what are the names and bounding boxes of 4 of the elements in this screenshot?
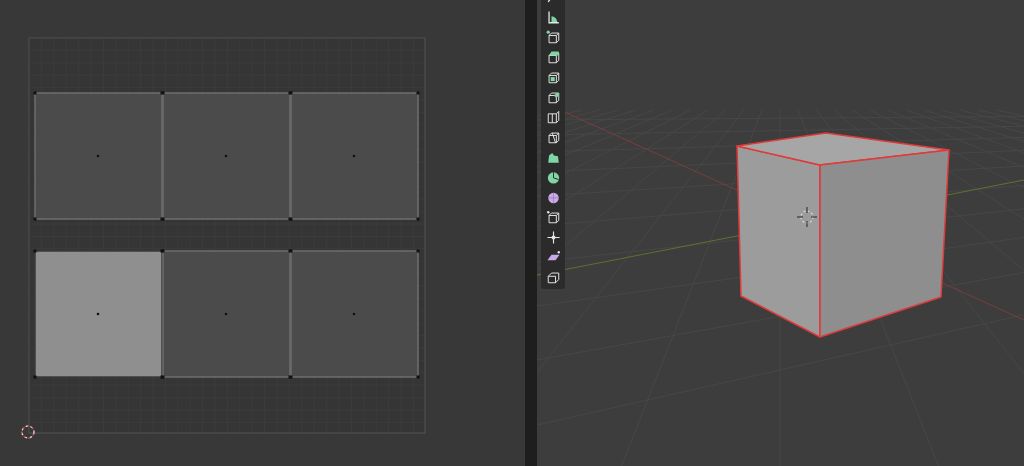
3d-cursor-icon[interactable] [796,206,818,228]
cube[interactable] [736,132,950,338]
cursor-icon[interactable] [21,425,35,439]
uv-face[interactable] [33,249,164,379]
